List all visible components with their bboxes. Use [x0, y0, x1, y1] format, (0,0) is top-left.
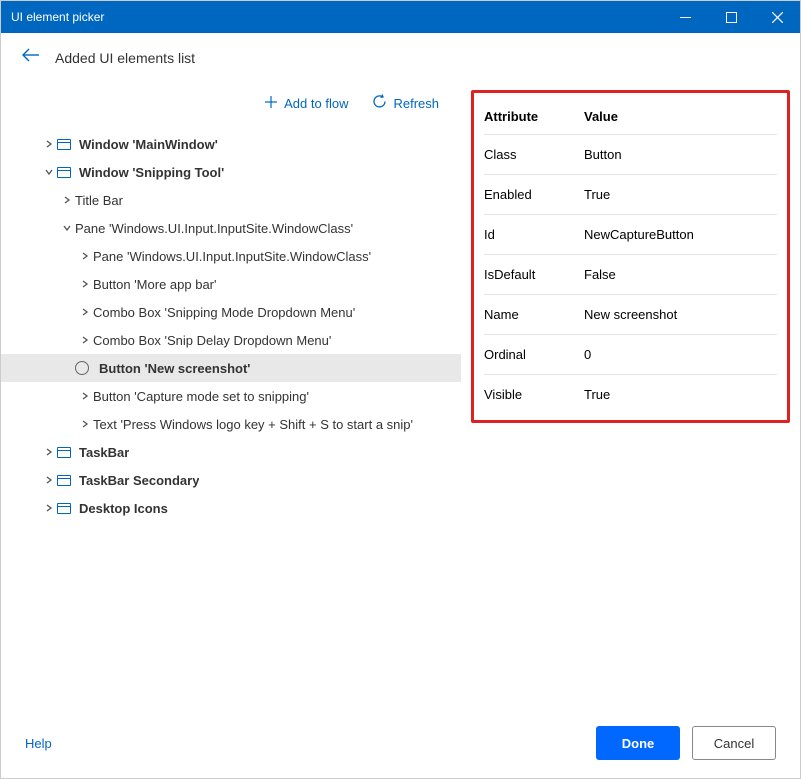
attribute-name: IsDefault [484, 267, 584, 282]
tree-node-label: Title Bar [75, 193, 123, 208]
attribute-value: 0 [584, 347, 591, 362]
window-icon [57, 475, 71, 486]
attribute-value: True [584, 187, 610, 202]
attribute-row: NameNew screenshot [484, 294, 777, 334]
attr-header-value: Value [584, 109, 618, 124]
tree-node-label: Button 'New screenshot' [99, 361, 250, 376]
page-header: Added UI elements list [1, 33, 800, 82]
attributes-header: Attribute Value [484, 99, 777, 134]
window-icon [57, 503, 71, 514]
chevron-down-icon[interactable] [59, 224, 75, 232]
done-button[interactable]: Done [596, 726, 680, 760]
element-tree[interactable]: Window 'MainWindow' Window 'Snipping Tool… [1, 130, 461, 711]
help-link[interactable]: Help [25, 736, 52, 751]
tree-node-label: TaskBar [79, 445, 129, 460]
window-icon [57, 139, 71, 150]
page-title: Added UI elements list [55, 50, 195, 66]
tree-node[interactable]: Combo Box 'Snipping Mode Dropdown Menu' [1, 298, 461, 326]
tree-node[interactable]: Combo Box 'Snip Delay Dropdown Menu' [1, 326, 461, 354]
add-to-flow-button[interactable]: Add to flow [256, 90, 356, 116]
tree-panel: Add to flow Refresh Window 'MainWindow'W… [1, 82, 461, 711]
chevron-right-icon[interactable] [41, 140, 57, 148]
refresh-label: Refresh [393, 96, 439, 111]
tree-node-label: Window 'Snipping Tool' [79, 165, 224, 180]
chevron-right-icon[interactable] [77, 280, 93, 288]
chevron-right-icon[interactable] [77, 308, 93, 316]
attribute-value: True [584, 387, 610, 402]
tree-node[interactable]: TaskBar [1, 438, 461, 466]
tree-node-label: Pane 'Windows.UI.Input.InputSite.WindowC… [75, 221, 353, 236]
attribute-name: Enabled [484, 187, 584, 202]
refresh-icon [372, 94, 387, 112]
attribute-name: Class [484, 147, 584, 162]
dialog-footer: Help Done Cancel [1, 711, 800, 775]
attribute-name: Ordinal [484, 347, 584, 362]
attribute-value: New screenshot [584, 307, 677, 322]
attributes-panel-wrapper: Attribute Value ClassButtonEnabledTrueId… [461, 82, 800, 711]
chevron-right-icon[interactable] [77, 420, 93, 428]
tree-node[interactable]: Button 'More app bar' [1, 270, 461, 298]
tree-node-label: Desktop Icons [79, 501, 168, 516]
attribute-row: EnabledTrue [484, 174, 777, 214]
window-title: UI element picker [11, 10, 104, 24]
add-to-flow-label: Add to flow [284, 96, 348, 111]
tree-node-label: Button 'More app bar' [93, 277, 216, 292]
tree-node[interactable]: Window 'Snipping Tool' [1, 158, 461, 186]
chevron-right-icon[interactable] [59, 196, 75, 204]
attribute-value: False [584, 267, 616, 282]
tree-node[interactable]: Button 'New screenshot' [1, 354, 461, 382]
tree-node-label: Text 'Press Windows logo key + Shift + S… [93, 417, 413, 432]
tree-node-label: Window 'MainWindow' [79, 137, 218, 152]
tree-node[interactable]: TaskBar Secondary [1, 466, 461, 494]
window-icon [57, 167, 71, 178]
attribute-row: VisibleTrue [484, 374, 777, 414]
minimize-button[interactable] [662, 1, 708, 33]
tree-node-label: Button 'Capture mode set to snipping' [93, 389, 309, 404]
radio-icon [75, 361, 89, 375]
attribute-row: IdNewCaptureButton [484, 214, 777, 254]
chevron-right-icon[interactable] [41, 476, 57, 484]
chevron-right-icon[interactable] [41, 448, 57, 456]
attribute-value: NewCaptureButton [584, 227, 694, 242]
tree-node[interactable]: Button 'Capture mode set to snipping' [1, 382, 461, 410]
tree-node[interactable]: Window 'MainWindow' [1, 130, 461, 158]
attribute-name: Visible [484, 387, 584, 402]
chevron-right-icon[interactable] [41, 504, 57, 512]
cancel-button[interactable]: Cancel [692, 726, 776, 760]
close-button[interactable] [754, 1, 800, 33]
chevron-right-icon[interactable] [77, 336, 93, 344]
attribute-row: IsDefaultFalse [484, 254, 777, 294]
attribute-row: ClassButton [484, 134, 777, 174]
tree-node[interactable]: Title Bar [1, 186, 461, 214]
tree-node-label: Combo Box 'Snipping Mode Dropdown Menu' [93, 305, 355, 320]
tree-node[interactable]: Text 'Press Windows logo key + Shift + S… [1, 410, 461, 438]
tree-node[interactable]: Pane 'Windows.UI.Input.InputSite.WindowC… [1, 242, 461, 270]
attribute-value: Button [584, 147, 622, 162]
plus-icon [264, 95, 278, 112]
window-titlebar: UI element picker [1, 1, 800, 33]
tree-node-label: TaskBar Secondary [79, 473, 199, 488]
tree-node-label: Pane 'Windows.UI.Input.InputSite.WindowC… [93, 249, 371, 264]
attribute-row: Ordinal0 [484, 334, 777, 374]
tree-node-label: Combo Box 'Snip Delay Dropdown Menu' [93, 333, 331, 348]
maximize-button[interactable] [708, 1, 754, 33]
refresh-button[interactable]: Refresh [364, 90, 447, 116]
chevron-right-icon[interactable] [77, 392, 93, 400]
back-arrow-icon[interactable] [21, 47, 41, 68]
tree-node[interactable]: Desktop Icons [1, 494, 461, 522]
chevron-right-icon[interactable] [77, 252, 93, 260]
attributes-panel: Attribute Value ClassButtonEnabledTrueId… [471, 90, 790, 423]
attribute-name: Id [484, 227, 584, 242]
chevron-down-icon[interactable] [41, 168, 57, 176]
attr-header-name: Attribute [484, 109, 584, 124]
window-icon [57, 447, 71, 458]
attribute-name: Name [484, 307, 584, 322]
tree-node[interactable]: Pane 'Windows.UI.Input.InputSite.WindowC… [1, 214, 461, 242]
